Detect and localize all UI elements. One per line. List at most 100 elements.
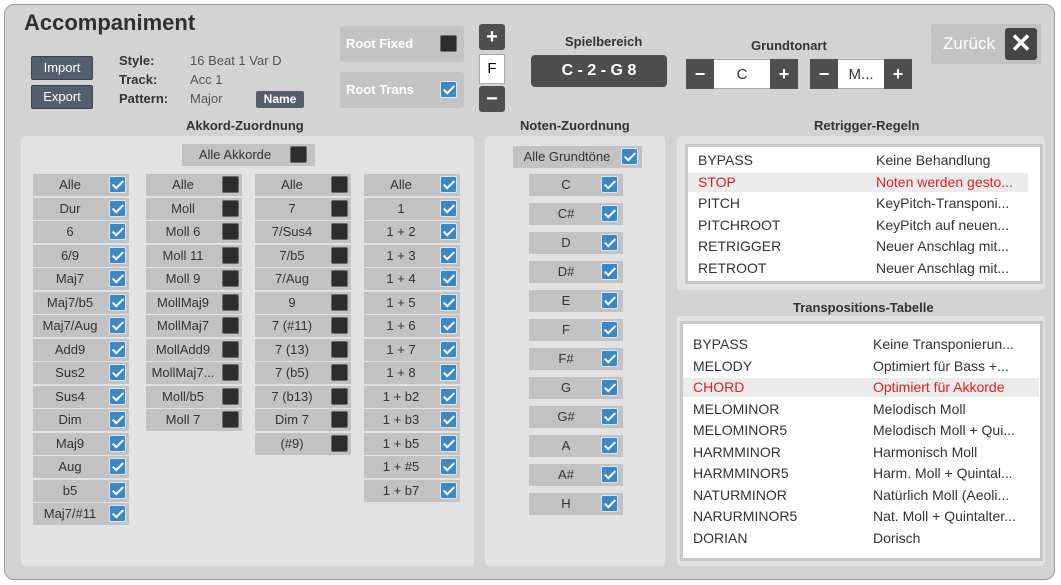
chord-item[interactable]: 7 (b13) (255, 385, 351, 408)
zurueck-button[interactable]: Zurück ✕ (931, 24, 1041, 64)
chord-checkbox[interactable] (440, 223, 457, 240)
note-checkbox[interactable] (601, 176, 618, 193)
chord-item[interactable]: 1 + 3 (364, 244, 460, 267)
chord-item[interactable]: MollMaj7... (146, 362, 242, 384)
chord-checkbox[interactable] (222, 176, 239, 193)
chord-checkbox[interactable] (331, 293, 348, 311)
chord-item[interactable]: 7/Sus4 (255, 221, 351, 243)
chord-item[interactable]: Moll 9 (146, 268, 242, 290)
chord-checkbox[interactable] (331, 317, 348, 334)
list-row[interactable]: STOP Noten werden gesto... (688, 172, 1028, 192)
list-row[interactable]: DORIAN Dorisch (693, 529, 1049, 548)
chord-checkbox[interactable] (440, 481, 457, 499)
list-row[interactable]: MELOMINOR5 Melodisch Moll + Qui... (693, 421, 1049, 440)
chord-checkbox[interactable] (222, 364, 239, 381)
chord-item[interactable]: Moll 7 (146, 409, 242, 431)
alle-grundtoene-toggle[interactable]: Alle Grundtöne (513, 146, 642, 168)
chord-checkbox[interactable] (331, 411, 348, 428)
note-item[interactable]: F (529, 319, 623, 341)
chord-item[interactable]: 1 + 7 (364, 338, 460, 361)
chord-item[interactable]: Dim 7 (255, 409, 351, 431)
chord-checkbox[interactable] (331, 176, 348, 193)
chord-checkbox[interactable] (440, 458, 457, 475)
chord-item[interactable]: 6/9 (33, 244, 129, 267)
key-plus-button[interactable]: + (770, 59, 798, 89)
note-checkbox[interactable] (601, 379, 618, 396)
chord-checkbox[interactable] (109, 246, 126, 264)
note-item[interactable]: F# (529, 348, 623, 370)
chord-item[interactable]: (#9) (255, 432, 351, 455)
mode-minus-button[interactable]: − (810, 59, 838, 89)
chord-checkbox[interactable] (222, 411, 239, 428)
chord-checkbox[interactable] (440, 364, 457, 381)
note-checkbox[interactable] (601, 263, 618, 280)
note-checkbox[interactable] (601, 292, 618, 309)
note-item[interactable]: H (529, 493, 623, 515)
chord-checkbox[interactable] (331, 270, 348, 287)
alle-akkorde-toggle[interactable]: Alle Akkorde (182, 144, 315, 166)
note-item[interactable]: D (529, 232, 623, 254)
alle-akkorde-checkbox[interactable] (290, 146, 307, 163)
note-item[interactable]: A# (529, 464, 623, 486)
list-row[interactable]: PITCH KeyPitch-Transponi... (698, 194, 1038, 213)
chord-checkbox[interactable] (109, 411, 126, 428)
chord-item[interactable]: MollMaj9 (146, 291, 242, 314)
chord-item[interactable]: 1 + 5 (364, 291, 460, 314)
chord-checkbox[interactable] (440, 246, 457, 264)
export-button[interactable]: Export (31, 85, 93, 109)
note-item[interactable]: C (529, 174, 623, 196)
chord-checkbox[interactable] (109, 458, 126, 475)
import-button[interactable]: Import (31, 56, 93, 80)
chord-item[interactable]: Maj7/#11 (33, 503, 129, 525)
chord-item[interactable]: Maj7 (33, 268, 129, 290)
list-row[interactable]: MELODY Optimiert für Bass +... (693, 357, 1049, 376)
chord-item[interactable]: Sus4 (33, 385, 129, 408)
chord-checkbox[interactable] (109, 481, 126, 499)
chord-item[interactable]: Alle (364, 174, 460, 196)
chord-item[interactable]: Add9 (33, 338, 129, 361)
chord-item[interactable]: 7 (13) (255, 338, 351, 361)
list-row[interactable]: PITCHROOT KeyPitch auf neuen... (698, 216, 1038, 235)
note-checkbox[interactable] (601, 466, 618, 483)
alle-grundtoene-checkbox[interactable] (621, 148, 638, 165)
chord-checkbox[interactable] (222, 317, 239, 334)
chord-item[interactable]: 1 + 4 (364, 268, 460, 290)
chord-checkbox[interactable] (222, 199, 239, 217)
chord-item[interactable]: 9 (255, 291, 351, 314)
chord-item[interactable]: 1 + #5 (364, 456, 460, 478)
chord-checkbox[interactable] (109, 387, 126, 405)
chord-item[interactable]: Alle (33, 174, 129, 196)
chord-item[interactable]: 1 + b5 (364, 432, 460, 455)
chord-checkbox[interactable] (109, 505, 126, 522)
list-row[interactable]: NARURMINOR5 Nat. Moll + Quintalter... (693, 507, 1049, 526)
chord-item[interactable]: 6 (33, 221, 129, 243)
mode-plus-button[interactable]: + (884, 59, 912, 89)
chord-item[interactable]: Maj7/Aug (33, 315, 129, 337)
chord-checkbox[interactable] (440, 411, 457, 428)
list-row[interactable]: BYPASS Keine Behandlung (698, 151, 1038, 170)
chord-item[interactable]: 1 + 6 (364, 315, 460, 337)
note-checkbox[interactable] (601, 495, 618, 512)
list-row[interactable]: RETROOT Neuer Anschlag mit... (698, 259, 1038, 278)
chord-checkbox[interactable] (331, 364, 348, 381)
chord-item[interactable]: Maj7/b5 (33, 291, 129, 314)
list-row[interactable]: BYPASS Keine Transponierun... (693, 335, 1049, 354)
note-item[interactable]: D# (529, 261, 623, 283)
chord-checkbox[interactable] (331, 223, 348, 240)
chord-item[interactable]: 1 + b3 (364, 409, 460, 431)
chord-checkbox[interactable] (331, 199, 348, 217)
chord-item[interactable]: Alle (255, 174, 351, 196)
chord-item[interactable]: 7 (255, 197, 351, 220)
chord-item[interactable]: MollMaj7 (146, 315, 242, 337)
chord-checkbox[interactable] (222, 246, 239, 264)
chord-checkbox[interactable] (331, 387, 348, 405)
chord-checkbox[interactable] (109, 199, 126, 217)
list-row[interactable]: HARMMINOR5 Harm. Moll + Quintal... (693, 464, 1049, 483)
chord-item[interactable]: Aug (33, 456, 129, 478)
chord-item[interactable]: 1 + b7 (364, 479, 460, 502)
chord-checkbox[interactable] (440, 434, 457, 452)
chord-item[interactable]: Moll (146, 197, 242, 220)
list-row[interactable]: MELOMINOR Melodisch Moll (693, 400, 1049, 419)
chord-checkbox[interactable] (109, 364, 126, 381)
list-row[interactable]: RETRIGGER Neuer Anschlag mit... (698, 237, 1038, 256)
